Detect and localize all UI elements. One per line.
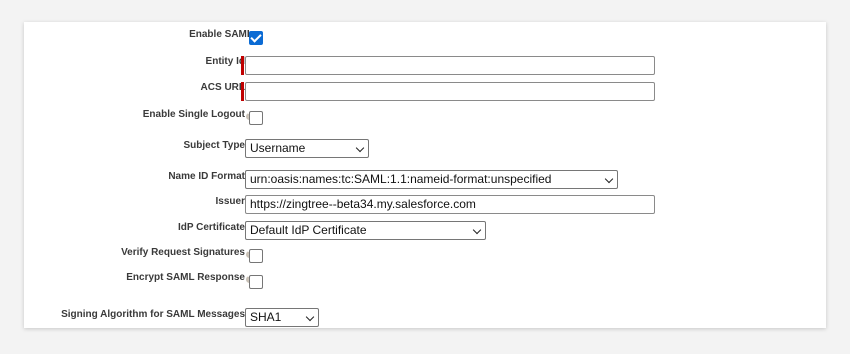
- chevron-down-icon: [305, 312, 315, 322]
- idp-certificate-row: IdP Certificate ? Default IdP Certificat…: [24, 221, 826, 245]
- subject-type-select[interactable]: Username: [245, 139, 369, 158]
- entity-id-input[interactable]: [245, 56, 655, 75]
- saml-settings-panel: Enable SAML Entity Id ? ACS URL ? Enable…: [24, 22, 826, 328]
- encrypt-saml-response-label: Encrypt SAML Response ?: [126, 271, 253, 285]
- signing-algorithm-value: SHA1: [250, 310, 282, 324]
- enable-single-logout-row: Enable Single Logout ?: [24, 108, 826, 132]
- enable-saml-label: Enable SAML: [189, 29, 253, 40]
- signing-algorithm-select[interactable]: SHA1: [245, 308, 319, 327]
- signing-algorithm-row: Signing Algorithm for SAML Messages ? SH…: [24, 308, 826, 332]
- acs-url-row: ACS URL ?: [24, 81, 826, 105]
- enable-single-logout-checkbox[interactable]: [249, 111, 263, 125]
- subject-type-label: Subject Type ?: [184, 139, 253, 153]
- enable-saml-checkbox[interactable]: [249, 31, 263, 45]
- idp-certificate-label: IdP Certificate ?: [178, 221, 253, 235]
- acs-url-input[interactable]: [245, 82, 655, 101]
- verify-request-signatures-row: Verify Request Signatures ?: [24, 246, 826, 270]
- signing-algorithm-label: Signing Algorithm for SAML Messages ?: [61, 308, 253, 322]
- chevron-down-icon: [472, 225, 482, 235]
- chevron-down-icon: [355, 143, 365, 153]
- required-marker: [241, 82, 244, 101]
- idp-certificate-select[interactable]: Default IdP Certificate: [245, 221, 486, 240]
- idp-certificate-value: Default IdP Certificate: [250, 223, 367, 237]
- encrypt-saml-response-row: Encrypt SAML Response ?: [24, 271, 826, 295]
- subject-type-row: Subject Type ? Username: [24, 139, 826, 163]
- required-marker: [241, 56, 244, 75]
- enable-single-logout-label: Enable Single Logout ?: [143, 108, 253, 122]
- name-id-format-row: Name ID Format ? urn:oasis:names:tc:SAML…: [24, 170, 826, 194]
- chevron-down-icon: [604, 174, 614, 184]
- issuer-input[interactable]: https://zingtree--beta34.my.salesforce.c…: [245, 195, 655, 214]
- verify-request-signatures-checkbox[interactable]: [249, 249, 263, 263]
- name-id-format-value: urn:oasis:names:tc:SAML:1.1:nameid-forma…: [250, 172, 552, 186]
- encrypt-saml-response-checkbox[interactable]: [249, 275, 263, 289]
- verify-request-signatures-label: Verify Request Signatures ?: [121, 246, 253, 260]
- issuer-row: Issuer ? https://zingtree--beta34.my.sal…: [24, 195, 826, 219]
- subject-type-value: Username: [250, 141, 306, 155]
- entity-id-row: Entity Id ?: [24, 55, 826, 79]
- name-id-format-label: Name ID Format ?: [168, 170, 253, 184]
- enable-saml-row: Enable SAML: [24, 28, 826, 52]
- name-id-format-select[interactable]: urn:oasis:names:tc:SAML:1.1:nameid-forma…: [245, 170, 618, 189]
